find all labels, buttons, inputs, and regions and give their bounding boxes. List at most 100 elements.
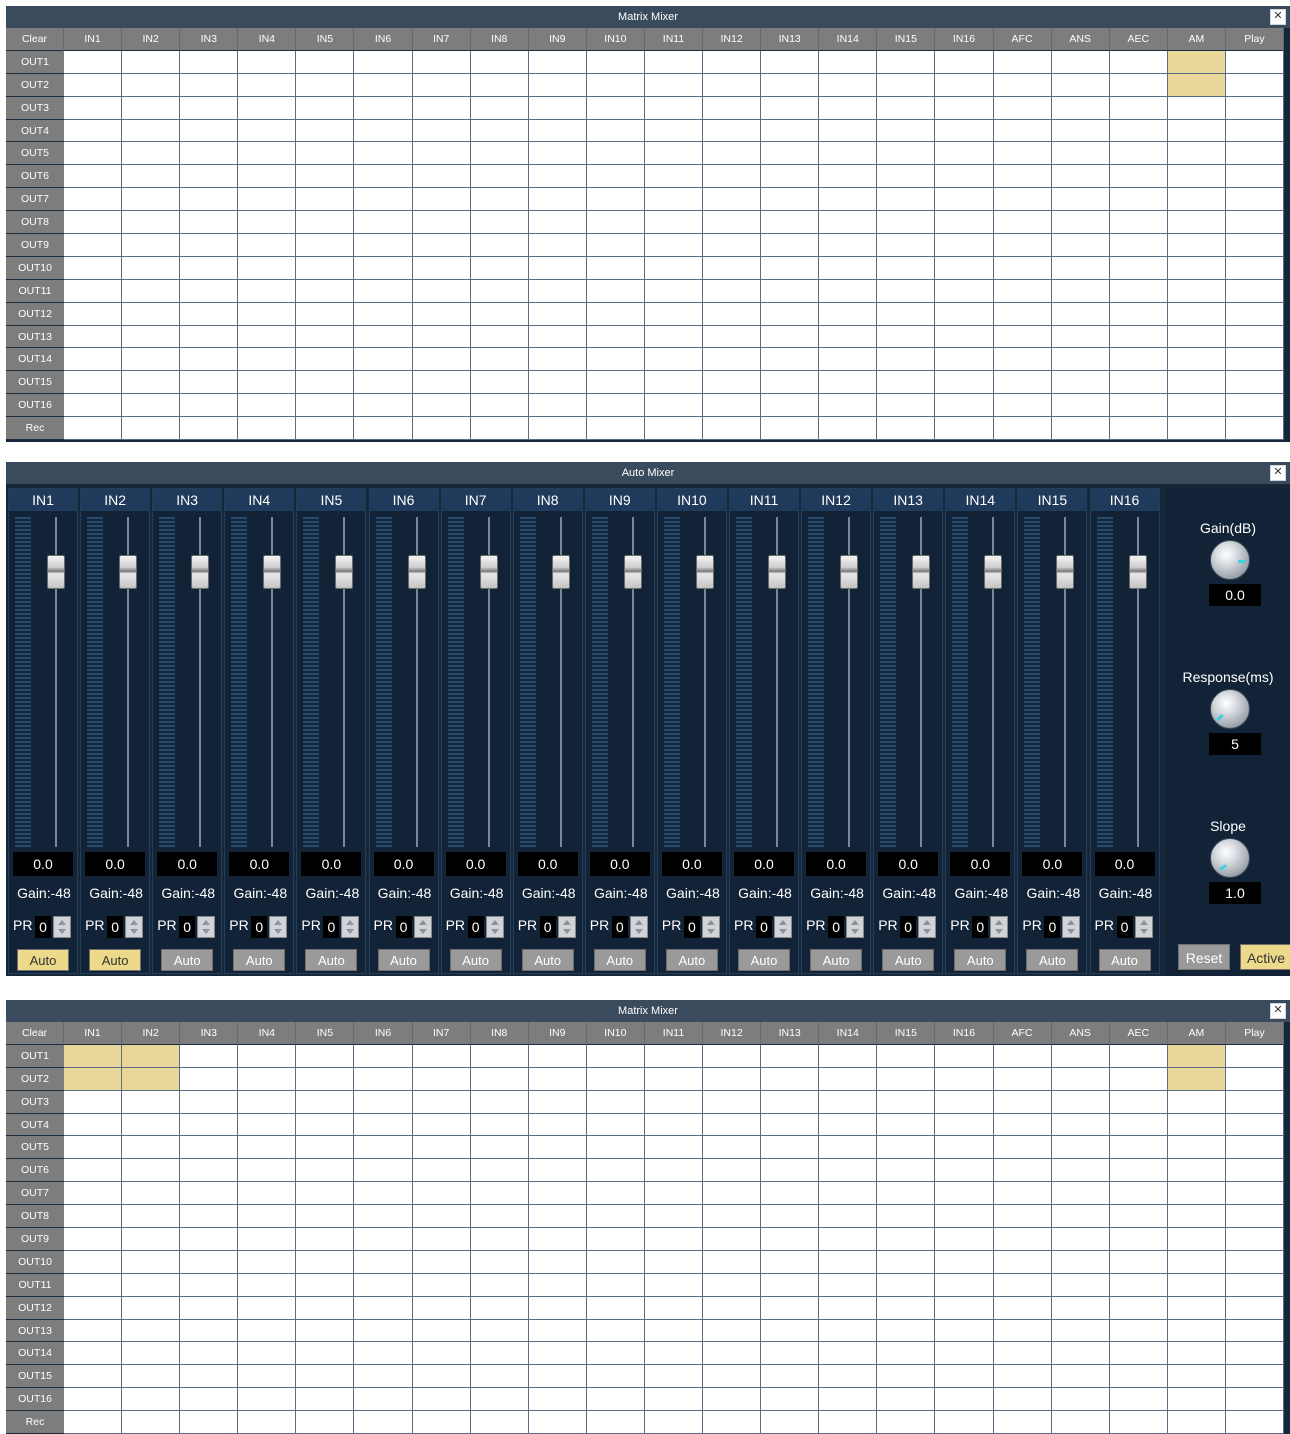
matrix-cell[interactable] (761, 119, 820, 143)
matrix-cell[interactable] (1051, 302, 1110, 326)
matrix-cell[interactable] (412, 1090, 471, 1114)
matrix-cell[interactable] (877, 279, 936, 303)
fader-value[interactable]: 0.0 (373, 852, 434, 876)
matrix-cell[interactable] (180, 348, 239, 372)
fader-knob-icon[interactable] (119, 555, 138, 589)
matrix-cell[interactable] (644, 1090, 704, 1114)
matrix-cell[interactable] (644, 73, 704, 97)
matrix-cell[interactable] (586, 142, 645, 166)
matrix-cell[interactable] (1109, 142, 1168, 166)
matrix-cell[interactable] (761, 371, 820, 395)
matrix-cell[interactable] (122, 1113, 181, 1137)
matrix-cell[interactable] (993, 1228, 1052, 1251)
matrix-cell[interactable] (877, 1113, 936, 1137)
matrix-cell[interactable] (296, 1342, 355, 1366)
matrix-cell[interactable] (1051, 1182, 1110, 1206)
matrix-cell[interactable] (1167, 1159, 1226, 1183)
pr-value[interactable]: 0 (972, 916, 989, 938)
matrix-cell[interactable] (238, 73, 297, 97)
matrix-cell[interactable] (644, 1136, 704, 1160)
fader-knob-icon[interactable] (263, 555, 282, 589)
pr-value[interactable]: 0 (107, 916, 124, 938)
matrix-cell[interactable] (993, 1319, 1052, 1343)
matrix-cell[interactable] (935, 1296, 994, 1320)
matrix-cell[interactable] (296, 96, 355, 120)
matrix-cell[interactable] (761, 256, 820, 280)
matrix-cell[interactable] (412, 1250, 471, 1274)
matrix-cell[interactable] (761, 1113, 820, 1137)
matrix-cell[interactable] (819, 1159, 878, 1183)
matrix-cell[interactable] (238, 96, 297, 120)
matrix-cell[interactable] (470, 302, 529, 326)
spinner-up-arrow[interactable] (706, 920, 715, 925)
matrix-cell[interactable] (877, 417, 936, 441)
fader-knob-icon[interactable] (623, 555, 642, 589)
matrix-cell[interactable] (761, 234, 820, 257)
pr-value[interactable]: 0 (1116, 916, 1133, 938)
matrix-cell[interactable] (1109, 165, 1168, 189)
matrix-cell[interactable] (1225, 1365, 1284, 1389)
pr-value[interactable]: 0 (467, 916, 484, 938)
matrix-cell[interactable] (296, 394, 355, 418)
spinner-down-arrow[interactable] (923, 929, 932, 934)
matrix-cell[interactable] (64, 279, 123, 303)
matrix-cell[interactable] (528, 1067, 587, 1091)
matrix-cell[interactable] (1051, 1411, 1110, 1434)
matrix-cell[interactable] (238, 142, 297, 166)
matrix-cell[interactable] (412, 1228, 471, 1251)
matrix-cell[interactable] (877, 1205, 936, 1229)
spinner-down-arrow[interactable] (1139, 929, 1148, 934)
matrix-cell[interactable] (935, 142, 994, 166)
pr-value[interactable]: 0 (900, 916, 917, 938)
matrix-cell[interactable] (1109, 1365, 1168, 1389)
fader-value[interactable]: 0.0 (589, 852, 650, 876)
matrix-cell[interactable] (993, 165, 1052, 189)
spinner-down-arrow[interactable] (851, 929, 860, 934)
auto-button[interactable]: Auto (161, 949, 214, 971)
matrix-cell[interactable] (586, 165, 645, 189)
matrix-cell[interactable] (354, 279, 413, 303)
matrix-cell[interactable] (586, 1319, 645, 1343)
matrix-cell[interactable] (412, 1411, 471, 1434)
matrix-cell[interactable] (819, 50, 878, 74)
matrix-cell[interactable] (180, 302, 239, 326)
matrix-cell[interactable] (122, 1319, 181, 1343)
matrix-cell[interactable] (935, 1090, 994, 1114)
matrix-cell[interactable] (180, 96, 239, 120)
matrix-cell[interactable] (1167, 1044, 1226, 1068)
matrix-cell[interactable] (819, 1090, 878, 1114)
matrix-cell[interactable] (1051, 1365, 1110, 1389)
matrix-cell[interactable] (761, 165, 820, 189)
matrix-cell[interactable] (1167, 348, 1226, 372)
matrix-cell[interactable] (470, 1205, 529, 1229)
matrix-cell[interactable] (180, 1296, 239, 1320)
matrix-cell[interactable] (354, 1411, 413, 1434)
matrix-cell[interactable] (180, 1067, 239, 1091)
matrix-cell[interactable] (470, 1250, 529, 1274)
matrix-cell[interactable] (586, 394, 645, 418)
matrix-cell[interactable] (470, 1273, 529, 1297)
matrix-cell[interactable] (703, 1388, 762, 1412)
matrix-cell[interactable] (993, 1250, 1052, 1274)
pr-value[interactable]: 0 (35, 916, 51, 938)
auto-button[interactable]: Auto (17, 949, 69, 971)
matrix-cell[interactable] (1225, 96, 1284, 120)
matrix-cell[interactable] (586, 302, 645, 326)
fader-knob-icon[interactable] (695, 555, 714, 589)
matrix-cell[interactable] (877, 234, 936, 257)
matrix-cell[interactable] (993, 1273, 1052, 1297)
matrix-cell[interactable] (703, 256, 762, 280)
matrix-cell[interactable] (528, 119, 587, 143)
matrix-cell[interactable] (1167, 165, 1226, 189)
matrix-cell[interactable] (354, 417, 413, 441)
matrix-cell[interactable] (1167, 1136, 1226, 1160)
matrix-cell[interactable] (180, 1250, 239, 1274)
matrix-cell[interactable] (703, 165, 762, 189)
matrix-cell[interactable] (528, 325, 587, 349)
matrix-cell[interactable] (238, 165, 297, 189)
matrix-cell[interactable] (412, 1182, 471, 1206)
matrix-cell[interactable] (703, 211, 762, 235)
matrix-cell[interactable] (1109, 1205, 1168, 1229)
matrix-cell[interactable] (993, 1182, 1052, 1206)
matrix-cell[interactable] (586, 371, 645, 395)
